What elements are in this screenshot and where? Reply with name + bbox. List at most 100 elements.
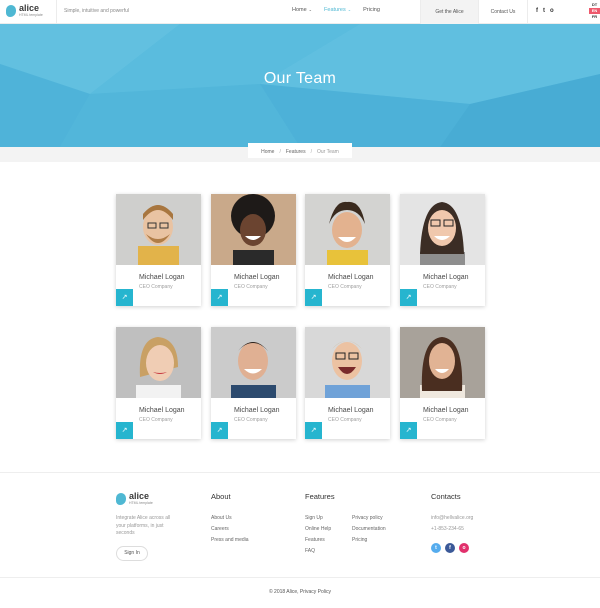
footer-divider [0, 472, 600, 473]
instagram-icon[interactable]: o [550, 8, 554, 14]
member-name: Michael Logan [423, 407, 469, 414]
footer-contacts-title: Contacts [431, 492, 461, 501]
footer-link-documentation[interactable]: Documentation [352, 526, 386, 532]
team-photo [116, 327, 201, 398]
footer-link-press[interactable]: Press and media [211, 537, 249, 543]
footer-about-title: About [211, 492, 231, 501]
arrow-up-right-icon[interactable]: ↗ [305, 289, 322, 306]
footer-link-about-us[interactable]: About Us [211, 515, 232, 521]
team-card: Michael Logan CEO Company ↗ [400, 194, 485, 306]
footer-logo-subtitle: HTML template [129, 501, 153, 505]
team-card: Michael Logan CEO Company ↗ [116, 194, 201, 306]
get-alice-button[interactable]: Get the Alice [420, 0, 478, 24]
hero-banner: Our Team [0, 24, 600, 147]
contact-us-link[interactable]: Contact Us [478, 0, 528, 24]
header-logo[interactable]: alice HTML template [6, 4, 43, 18]
footer-description: Integrate Alice across all your platform… [116, 515, 171, 536]
nav-features-label: Features [324, 7, 346, 13]
instagram-icon[interactable]: o [459, 543, 469, 553]
drop-logo-icon [116, 492, 126, 505]
arrow-up-right-icon[interactable]: ↗ [305, 422, 322, 439]
team-card: Michael Logan CEO Company ↗ [211, 327, 296, 439]
footer-link-careers[interactable]: Careers [211, 526, 229, 532]
team-photo [211, 194, 296, 265]
team-photo [305, 327, 390, 398]
member-role: CEO Company [139, 417, 173, 423]
footer-link-pricing[interactable]: Pricing [352, 537, 367, 543]
facebook-icon[interactable]: f [445, 543, 455, 553]
footer-features-title: Features [305, 492, 335, 501]
footer-social-links: t f o [431, 543, 473, 553]
team-card: Michael Logan CEO Company ↗ [305, 194, 390, 306]
contact-phone[interactable]: +1-853-234-65 [431, 526, 464, 532]
logo-name: alice [19, 3, 40, 13]
member-role: CEO Company [328, 417, 362, 423]
nav-home-label: Home [292, 7, 307, 13]
footer-logo[interactable]: alice HTML template [116, 492, 153, 506]
team-photo [400, 194, 485, 265]
member-name: Michael Logan [328, 407, 374, 414]
member-role: CEO Company [234, 417, 268, 423]
breadcrumb-separator: / [310, 148, 312, 155]
breadcrumb-features[interactable]: Features [286, 149, 306, 155]
breadcrumb-separator: / [279, 148, 281, 155]
facebook-icon[interactable]: f [536, 8, 538, 14]
breadcrumb-current: Our Team [316, 148, 339, 155]
logo-subtitle: HTML template [19, 13, 43, 17]
team-photo [211, 327, 296, 398]
team-card: Michael Logan CEO Company ↗ [400, 327, 485, 439]
sign-in-button[interactable]: Sign In [116, 546, 148, 561]
team-photo [116, 194, 201, 265]
footer-link-faq[interactable]: FAQ [305, 548, 315, 554]
member-name: Michael Logan [139, 274, 185, 281]
contact-email[interactable]: info@hellvalice.org [431, 515, 473, 521]
nav-pricing-label: Pricing [363, 7, 380, 13]
language-switcher: DT EN FR [589, 2, 600, 20]
nav-pricing[interactable]: Pricing [363, 7, 380, 13]
footer-link-sign-up[interactable]: Sign Up [305, 515, 323, 521]
arrow-up-right-icon[interactable]: ↗ [400, 422, 417, 439]
member-role: CEO Company [139, 284, 173, 290]
breadcrumb: Home / Features / Our Team [248, 143, 352, 158]
footer-link-privacy[interactable]: Privacy policy [352, 515, 383, 521]
member-name: Michael Logan [328, 274, 374, 281]
drop-logo-icon [6, 4, 16, 17]
lang-fr[interactable]: FR [589, 14, 600, 20]
breadcrumb-home[interactable]: Home [261, 149, 274, 155]
member-role: CEO Company [423, 417, 457, 423]
footer-link-online-help[interactable]: Online Help [305, 526, 331, 532]
member-role: CEO Company [234, 284, 268, 290]
member-name: Michael Logan [139, 407, 185, 414]
member-name: Michael Logan [423, 274, 469, 281]
site-header: alice HTML template Simple, intuitive an… [0, 0, 600, 24]
header-divider [56, 0, 57, 24]
footer-logo-name: alice [129, 491, 150, 501]
arrow-up-right-icon[interactable]: ↗ [211, 422, 228, 439]
member-role: CEO Company [423, 284, 457, 290]
arrow-up-right-icon[interactable]: ↗ [400, 289, 417, 306]
team-card: Michael Logan CEO Company ↗ [305, 327, 390, 439]
nav-features[interactable]: Features ⌄ [324, 7, 351, 13]
footer-bottom-divider [0, 577, 600, 578]
member-role: CEO Company [328, 284, 362, 290]
team-photo [305, 194, 390, 265]
arrow-up-right-icon[interactable]: ↗ [116, 422, 133, 439]
header-tagline: Simple, intuitive and powerful [64, 8, 130, 14]
chevron-down-icon: ⌄ [347, 7, 352, 12]
chevron-down-icon: ⌄ [308, 7, 313, 12]
twitter-icon[interactable]: t [431, 543, 441, 553]
twitter-icon[interactable]: t [543, 8, 545, 14]
member-name: Michael Logan [234, 407, 280, 414]
member-name: Michael Logan [234, 274, 280, 281]
main-nav: Home ⌄ Features ⌄ Pricing [292, 7, 392, 13]
nav-home[interactable]: Home ⌄ [292, 7, 312, 13]
team-card: Michael Logan CEO Company ↗ [116, 327, 201, 439]
footer-link-features[interactable]: Features [305, 537, 325, 543]
team-photo [400, 327, 485, 398]
header-social-links: f t o [536, 8, 559, 14]
arrow-up-right-icon[interactable]: ↗ [211, 289, 228, 306]
page-title: Our Team [263, 70, 337, 87]
team-card: Michael Logan CEO Company ↗ [211, 194, 296, 306]
copyright[interactable]: © 2018 Alice, Privacy Policy [0, 589, 600, 595]
arrow-up-right-icon[interactable]: ↗ [116, 289, 133, 306]
